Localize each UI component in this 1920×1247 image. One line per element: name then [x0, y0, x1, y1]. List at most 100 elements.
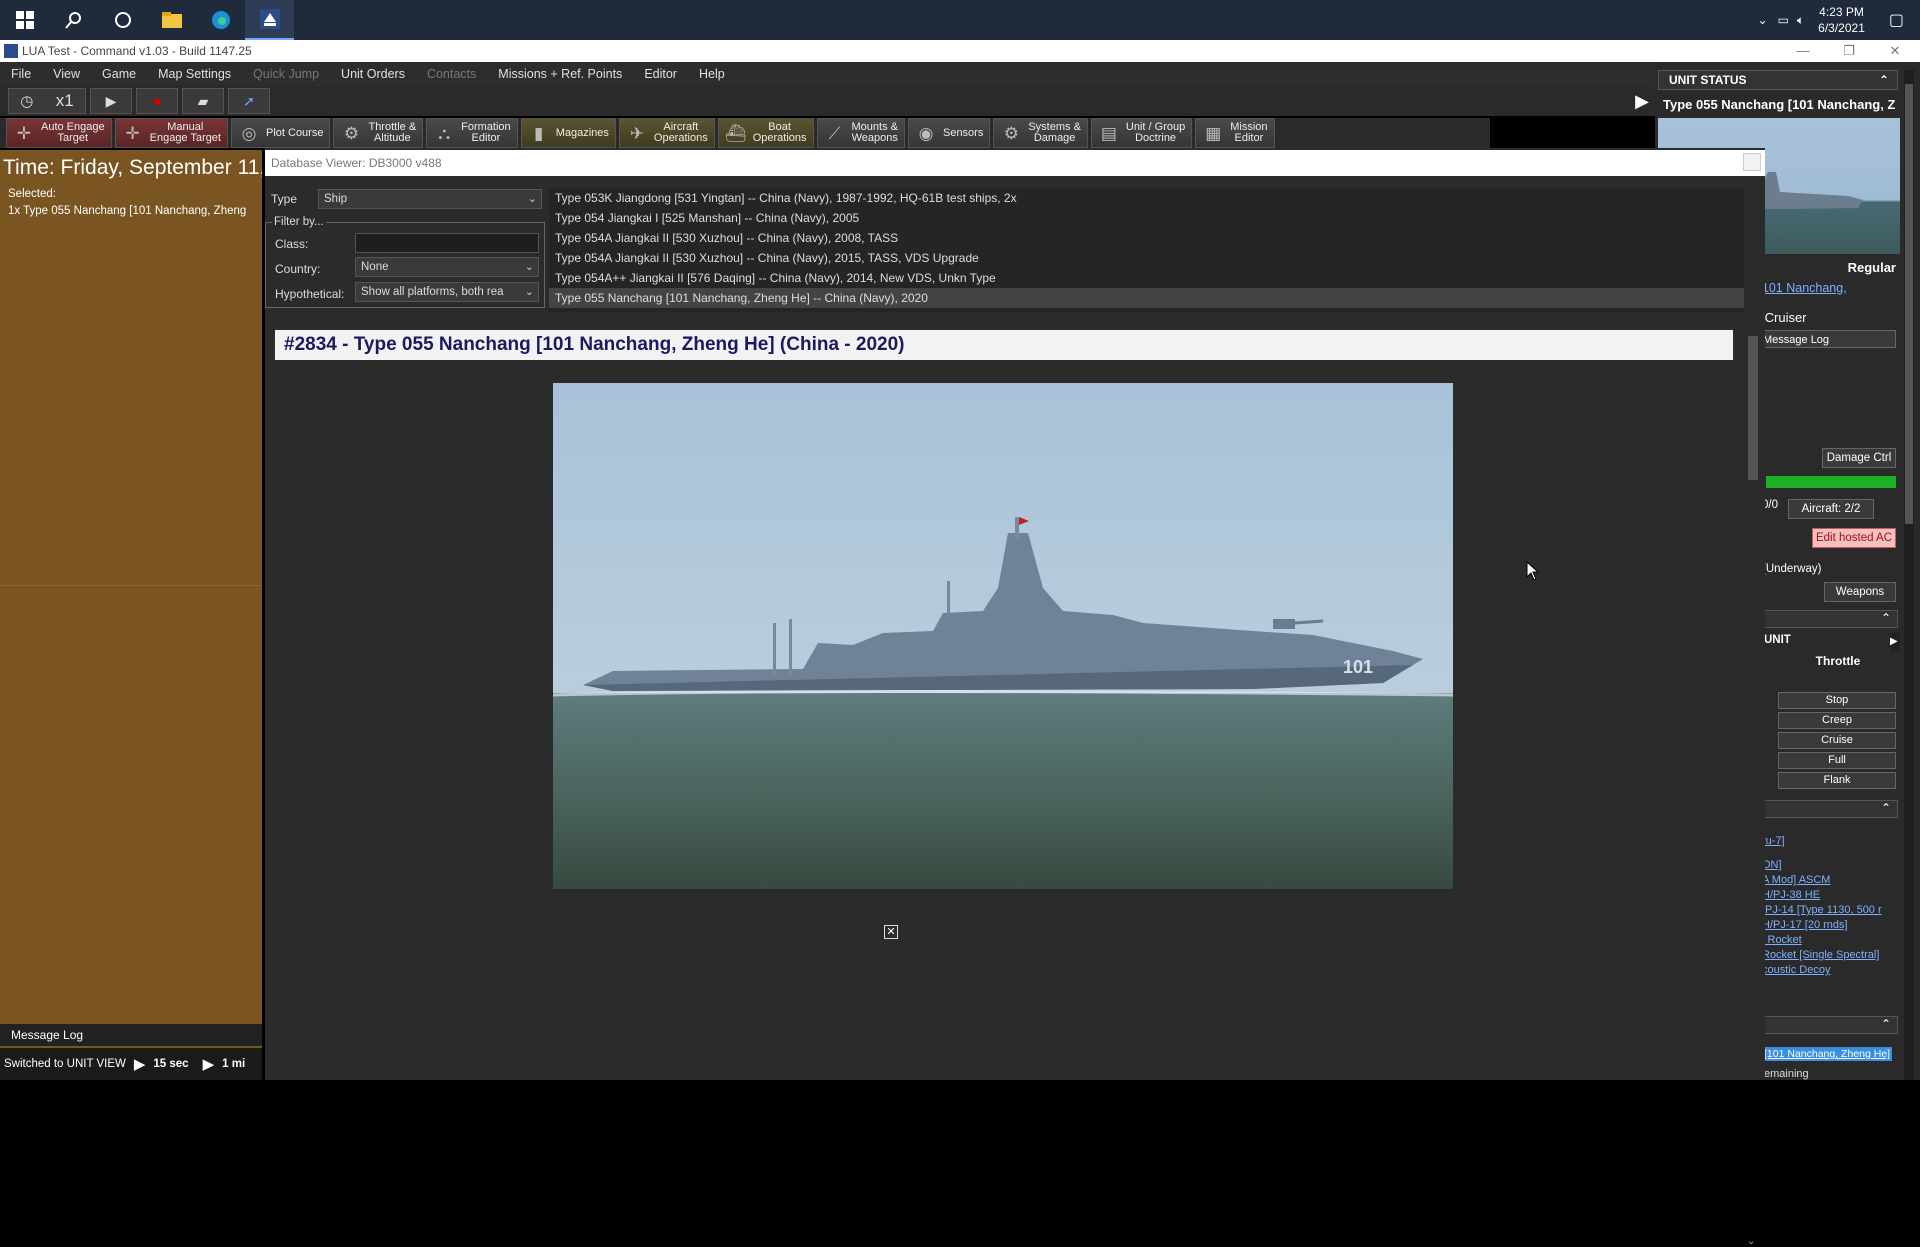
throttle-creep-button[interactable]: Creep [1778, 712, 1896, 729]
section-header-3[interactable]: ⌃ [1762, 1016, 1898, 1034]
clock-icon: ◷ [20, 93, 34, 110]
result-row[interactable]: Type 054A Jiangkai II [530 Xuzhou] -- Ch… [549, 248, 1744, 268]
message-log-tab[interactable]: Message Log [0, 1024, 262, 1046]
toolbar-button-formation-editor[interactable]: ⛬ Formation Editor [426, 118, 518, 148]
toolbar-button-boat-operations[interactable]: ⛴ Boat Operations [717, 118, 814, 148]
step-forward-icon-2[interactable]: ▶ [203, 1055, 215, 1073]
edit-hosted-ac-button[interactable]: Edit hosted AC [1812, 528, 1896, 548]
record-button[interactable]: ● [136, 88, 178, 114]
damage-ctrl-button[interactable]: Damage Ctrl [1822, 448, 1896, 468]
scroll-down-icon[interactable]: ⌄ [1747, 1236, 1755, 1247]
toolbar-button-mounts-weapons[interactable]: ⟋ Mounts & Weapons [816, 118, 905, 148]
toolbar-button-unit-group-doctrine[interactable]: ▤ Unit / Group Doctrine [1090, 118, 1193, 148]
gear-icon: ⚙ [343, 123, 360, 143]
result-row[interactable]: Type 054 Jiangkai I [525 Manshan] -- Chi… [549, 208, 1744, 228]
weapon-link[interactable]: ON] [1762, 858, 1900, 873]
selected-unit[interactable]: 1x Type 055 Nanchang [101 Nanchang, Zhen… [8, 203, 262, 220]
toolbar-button-aircraft-operations[interactable]: ✈ Aircraft Operations [618, 118, 715, 148]
volume-icon[interactable]: 🔈︎ [1797, 13, 1804, 28]
weapon-link[interactable]: H/PJ-38 HE [1762, 888, 1900, 903]
step-forward-icon[interactable]: ▶ [134, 1055, 146, 1073]
weapon-link[interactable]: A Mod] ASCM [1762, 873, 1900, 888]
weapon-link[interactable]: coustic Decoy [1762, 963, 1900, 978]
collapse-icon[interactable]: ⌃ [1879, 71, 1889, 89]
aircraft-count[interactable]: Aircraft: 2/2 [1788, 499, 1874, 519]
command-game-icon[interactable] [245, 0, 294, 40]
edge-browser-icon[interactable] [196, 0, 245, 40]
toolbar-button-sensors[interactable]: ◉ Sensors [907, 118, 991, 148]
result-row[interactable]: Type 055 Nanchang [101 Nanchang, Zheng H… [549, 288, 1744, 308]
menu-item-help[interactable]: Help [688, 67, 736, 81]
menu-item-map-settings[interactable]: Map Settings [147, 67, 242, 81]
file-explorer-icon[interactable] [147, 0, 196, 40]
country-dropdown[interactable]: None ⌄ [355, 257, 539, 277]
section-header-2[interactable]: ⌃ [1762, 800, 1898, 818]
play-button[interactable]: ▶ [90, 88, 132, 114]
hypothetical-dropdown[interactable]: Show all platforms, both rea ⌄ [355, 282, 539, 302]
weapon-link[interactable]: l Rocket [1762, 933, 1900, 948]
menu-item-missions-ref-points[interactable]: Missions + Ref. Points [487, 67, 633, 81]
toolbar-button-plot-course[interactable]: ◎ Plot Course [230, 118, 331, 148]
chevron-up-icon[interactable]: ⌄ [1758, 13, 1768, 27]
collapse-icon-3[interactable]: ⌃ [1881, 801, 1891, 815]
map-layers-button[interactable]: ▰ [182, 88, 224, 114]
section-header-1[interactable]: ⌃ [1762, 610, 1898, 628]
collapse-icon-2[interactable]: ⌃ [1881, 611, 1891, 625]
expand-right-panel-icon[interactable]: ▶ [1630, 86, 1654, 116]
toolbar-button-throttle-altitude[interactable]: ⚙ Throttle & Altitude [333, 118, 424, 148]
collapse-icon-4[interactable]: ⌃ [1881, 1017, 1891, 1031]
platform-headline: #2834 - Type 055 Nanchang [101 Nanchang,… [275, 330, 1733, 360]
menu-item-unit-orders[interactable]: Unit Orders [330, 67, 416, 81]
windows-start-icon[interactable] [0, 0, 49, 40]
weapon-link[interactable]: H/PJ-17 [20 rnds] [1762, 918, 1900, 933]
message-log-button[interactable]: Message Log [1758, 330, 1896, 348]
result-row[interactable]: Type 053K Jiangdong [531 Yingtan] -- Chi… [549, 188, 1744, 208]
throttle-full-button[interactable]: Full [1778, 752, 1896, 769]
collapse-image-icon[interactable]: ✕ [884, 925, 898, 939]
unit-expand-icon[interactable]: ▶ [1890, 633, 1900, 651]
close-dialog-button[interactable] [1743, 153, 1761, 171]
menu-item-quick-jump[interactable]: Quick Jump [242, 67, 330, 81]
minimize-icon[interactable]: — [1780, 40, 1826, 62]
network-icon[interactable]: ▭ [1778, 13, 1789, 27]
step-1min[interactable]: 1 mi [222, 1058, 245, 1070]
menu-item-file[interactable]: File [0, 67, 42, 81]
weapons-button[interactable]: Weapons [1824, 582, 1896, 602]
restore-icon[interactable]: ❐ [1826, 40, 1872, 62]
class-input[interactable] [355, 233, 539, 253]
throttle-stop-button[interactable]: Stop [1778, 692, 1896, 709]
result-row[interactable]: Type 054A++ Jiangkai II [576 Daqing] -- … [549, 268, 1744, 288]
taskbar-clock[interactable]: 4:23 PM 6/3/2021 [1818, 4, 1865, 36]
throttle-cruise-button[interactable]: Cruise [1778, 732, 1896, 749]
jump-button[interactable]: ➚ [228, 88, 270, 114]
viewer-scrollbar[interactable]: ⌄ [1745, 186, 1761, 1247]
step-15sec[interactable]: 15 sec [153, 1058, 188, 1070]
scrollbar-thumb[interactable] [1748, 336, 1758, 480]
menu-item-editor[interactable]: Editor [633, 67, 688, 81]
toolbar-button-auto-engage-target[interactable]: ✛ Auto Engage Target [6, 118, 112, 148]
type-dropdown[interactable]: Ship ⌄ [318, 189, 542, 209]
toolbar-button-mission-editor[interactable]: ▦ Mission Editor [1195, 118, 1275, 148]
weapon-link[interactable]: ru-7] [1762, 834, 1900, 849]
selected-unit-link[interactable]: [101 Nanchang, Zheng He] [1764, 1047, 1892, 1061]
toolbar-button-systems-damage[interactable]: ⚙ Systems & Damage [993, 118, 1088, 148]
close-icon[interactable]: ✕ [1872, 40, 1918, 62]
notification-icon[interactable]: ▢ [1889, 10, 1904, 30]
right-panel-scrollbar[interactable] [1904, 70, 1914, 1080]
weapon-link[interactable]: /PJ-14 [Type 1130, 500 r [1762, 903, 1900, 918]
chevron-down-icon: ⌄ [524, 261, 534, 273]
menu-item-game[interactable]: Game [91, 67, 147, 81]
time-compression[interactable]: ◷ x1 [8, 88, 86, 114]
cortana-icon[interactable] [98, 0, 147, 40]
toolbar-button-manual-engage-target[interactable]: ✛ Manual Engage Target [114, 118, 228, 148]
toolbar-button-magazines[interactable]: ▮ Magazines [520, 118, 616, 148]
search-icon[interactable] [49, 0, 98, 40]
weapon-link[interactable]: Rocket [Single Spectral] [1762, 948, 1900, 963]
window-titlebar: LUA Test - Command v1.03 - Build 1147.25… [0, 40, 1920, 62]
menu-item-contacts[interactable]: Contacts [416, 67, 487, 81]
play-icon: ▶ [105, 92, 117, 109]
result-row[interactable]: Type 054A Jiangkai II [530 Xuzhou] -- Ch… [549, 228, 1744, 248]
unit-status-header[interactable]: UNIT STATUS ⌃ [1658, 70, 1898, 90]
throttle-flank-button[interactable]: Flank [1778, 772, 1896, 789]
menu-item-view[interactable]: View [42, 67, 91, 81]
